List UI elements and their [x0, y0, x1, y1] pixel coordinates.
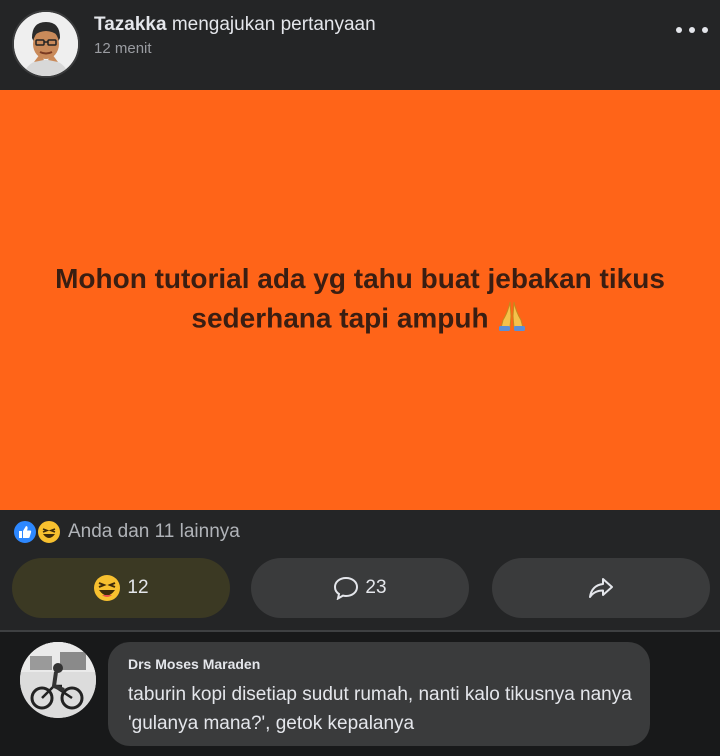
post-header: Tazakka mengajukan pertanyaan 12 menit — [0, 0, 720, 90]
post-text-line-2: sederhana tapi ampuh — [191, 301, 489, 333]
action-bar: 12 23 — [0, 554, 720, 630]
post-text-line-1: Mohon tutorial ada yg tahu buat jebakan … — [55, 262, 665, 294]
share-button[interactable] — [492, 558, 710, 618]
post-action: mengajukan pertanyaan — [171, 14, 376, 35]
more-options-icon[interactable] — [676, 20, 708, 40]
author-name[interactable]: Tazakka — [94, 14, 167, 35]
comment-button[interactable]: 23 — [251, 558, 469, 618]
post-content: Mohon tutorial ada yg tahu buat jebakan … — [0, 90, 720, 510]
share-icon — [589, 578, 613, 598]
haha-reaction-button[interactable]: 12 — [12, 558, 230, 618]
comment-text: taburin kopi disetiap sudut rumah, nanti… — [128, 684, 632, 734]
commenter-avatar[interactable] — [20, 642, 96, 718]
haha-count: 12 — [127, 577, 149, 598]
comment-icon — [334, 576, 359, 600]
commenter-name[interactable]: Drs Moses Maraden — [128, 656, 260, 672]
reaction-icons — [12, 519, 64, 545]
author-line: Tazakka mengajukan pertanyaan — [94, 14, 376, 36]
author-avatar[interactable] — [12, 10, 80, 78]
comment-section: Drs Moses Maraden taburin kopi disetiap … — [0, 632, 720, 756]
post-text: Mohon tutorial ada yg tahu buat jebakan … — [15, 259, 705, 342]
haha-icon — [36, 519, 62, 545]
folded-hands-icon — [495, 298, 529, 342]
reaction-summary[interactable]: Anda dan 11 lainnya — [68, 521, 240, 543]
comment-count: 23 — [365, 577, 387, 598]
post-time[interactable]: 12 menit — [94, 40, 152, 57]
like-icon — [12, 519, 38, 545]
reactions-bar[interactable]: Anda dan 11 lainnya — [0, 510, 720, 554]
comment-bubble: Drs Moses Maraden taburin kopi disetiap … — [108, 642, 650, 746]
haha-icon — [94, 575, 121, 601]
